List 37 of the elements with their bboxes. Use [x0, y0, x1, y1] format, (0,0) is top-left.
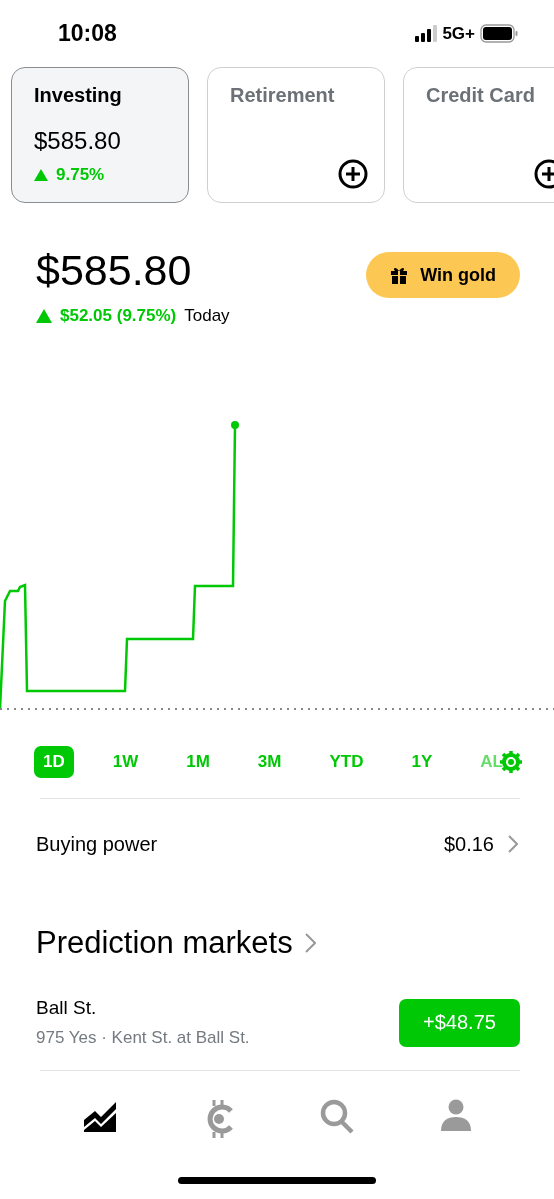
promo-button[interactable]: Win gold [366, 252, 520, 298]
buying-power-label: Buying power [36, 832, 158, 856]
range-tab[interactable]: 1Y [402, 746, 442, 778]
account-card[interactable]: Retirement [207, 67, 385, 203]
account-title: Investing [34, 84, 123, 107]
person-icon [441, 1099, 472, 1131]
status-time: 10:08 [58, 20, 117, 47]
account-card[interactable]: Credit Card [403, 67, 554, 203]
range-tab[interactable]: YTD [320, 746, 373, 778]
network-label: 5G+ [442, 23, 475, 44]
up-triangle-icon [34, 169, 48, 181]
account-card[interactable]: Investing $585.80 9.75% [11, 67, 189, 203]
chevron-right-icon[interactable] [508, 835, 518, 853]
battery-icon [480, 24, 518, 43]
chevron-right-icon[interactable] [304, 933, 316, 953]
account-title: Retirement [230, 84, 336, 107]
range-tab[interactable]: 1D [34, 746, 74, 778]
account-title: Credit Card [426, 84, 536, 107]
range-tab[interactable]: 1W [103, 746, 148, 778]
range-tab[interactable]: AL [471, 746, 512, 778]
change-period: Today [184, 306, 230, 326]
amount-button[interactable]: +$48.75 [399, 998, 520, 1047]
account-value: $585.80 [34, 127, 122, 155]
portfolio-value: $585.80 [36, 246, 192, 295]
gift-icon [390, 266, 409, 284]
search-icon [320, 1099, 356, 1135]
buying-power-value: $0.16 [443, 832, 494, 856]
up-triangle-icon [36, 309, 52, 323]
range-tab[interactable]: 3M [248, 746, 291, 778]
account-change: 9.75% [56, 165, 105, 185]
portfolio-change: $52.05 (9.75%) [60, 306, 177, 326]
signal-icon [415, 25, 438, 42]
range-tab[interactable]: 1M [177, 746, 219, 778]
market-detail: 975 Yes · Kent St. at Ball St. [36, 1028, 250, 1048]
section-title: Prediction markets [36, 925, 293, 961]
market-name: Ball St. [36, 997, 98, 1019]
add-icon[interactable] [338, 159, 368, 189]
